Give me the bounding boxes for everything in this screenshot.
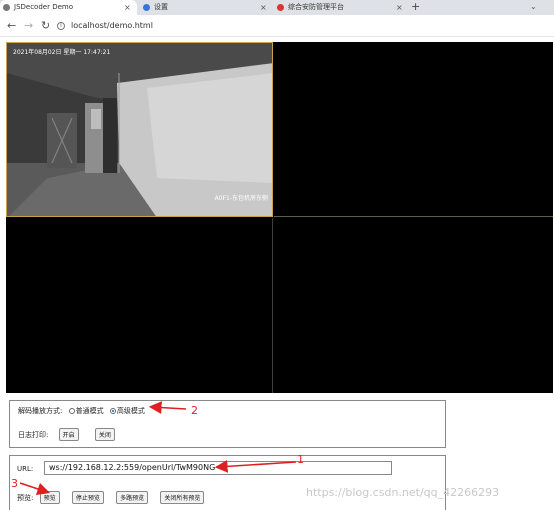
tab-search-icon[interactable]: ⌄ — [530, 2, 537, 11]
video-pane-1[interactable]: 2021年08月02日 星期一 17:47:21 A0F1-东包机房东侧 — [6, 42, 273, 217]
url-text: localhost/demo.html — [71, 21, 153, 30]
tab-security-platform[interactable]: 综合安防管理平台 × — [274, 0, 408, 15]
new-tab-button[interactable]: + — [411, 0, 420, 15]
video-player: 2021年08月02日 星期一 17:47:21 A0F1-东包机房东侧 — [6, 42, 553, 393]
osd-camera-name: A0F1-东包机房东侧 — [214, 195, 268, 202]
url-field[interactable]: i localhost/demo.html — [57, 18, 547, 34]
info-icon[interactable]: i — [57, 21, 65, 30]
log-print-label: 日志打印: — [18, 431, 49, 439]
tab-title: 综合安防管理平台 — [288, 3, 344, 11]
decode-mode-label: 解码播放方式: — [18, 407, 63, 415]
back-arrow-icon[interactable]: ← — [7, 18, 16, 34]
close-all-preview-button[interactable]: 关闭所有预览 — [160, 491, 205, 504]
reload-icon[interactable]: ↻ — [41, 18, 50, 34]
watermark-text: https://blog.csdn.net/qq_42266293 — [306, 486, 500, 499]
preview-panel: URL: ws://192.168.12.2:559/openUrl/TwM90… — [9, 455, 446, 510]
advanced-mode-label: 高级模式 — [116, 407, 145, 415]
url-label: URL: — [17, 465, 34, 473]
normal-mode-radio[interactable] — [68, 408, 75, 414]
tab-title: JSDecoder Demo — [14, 3, 73, 11]
tab-title: 设置 — [154, 3, 168, 11]
forward-arrow-icon[interactable]: → — [24, 18, 33, 34]
preview-button[interactable]: 预览 — [39, 491, 60, 504]
close-tab-icon[interactable]: × — [260, 0, 267, 15]
tab-settings[interactable]: 设置 × — [140, 0, 270, 15]
advanced-mode-radio[interactable] — [109, 408, 116, 414]
tab-bar: JSDecoder Demo × 设置 × 综合安防管理平台 × + ⌄ — [0, 0, 554, 15]
platform-logo-icon — [277, 4, 284, 11]
preview-label: 预览: — [17, 494, 34, 502]
osd-timestamp: 2021年08月02日 星期一 17:47:21 — [13, 49, 111, 56]
annotation-number-1: 1 — [297, 453, 304, 466]
annotation-number-3: 3 — [11, 477, 18, 490]
video-pane-4[interactable] — [274, 218, 553, 393]
multi-preview-button[interactable]: 多路预览 — [116, 491, 149, 504]
gear-icon — [143, 4, 150, 11]
stop-preview-button[interactable]: 停止预览 — [71, 491, 104, 504]
video-pane-3[interactable] — [6, 218, 273, 393]
log-off-button[interactable]: 关闭 — [94, 428, 115, 441]
address-bar: ← → ↻ i localhost/demo.html — [0, 15, 554, 37]
video-pane-2[interactable] — [274, 42, 553, 217]
close-tab-icon[interactable]: × — [396, 0, 403, 15]
close-tab-icon[interactable]: × — [124, 0, 131, 15]
normal-mode-label: 普通模式 — [75, 407, 104, 415]
globe-icon — [3, 4, 10, 11]
log-on-button[interactable]: 开启 — [58, 428, 79, 441]
annotation-number-2: 2 — [191, 404, 198, 417]
camera-feed-image — [7, 43, 272, 216]
stream-url-input[interactable]: ws://192.168.12.2:559/openUrl/TwM90NG — [44, 461, 392, 475]
tab-jsdecoder-demo[interactable]: JSDecoder Demo × — [0, 0, 137, 15]
decode-settings-panel: 解码播放方式: 普通模式 高级模式 日志打印: 开启 关闭 — [9, 400, 446, 448]
